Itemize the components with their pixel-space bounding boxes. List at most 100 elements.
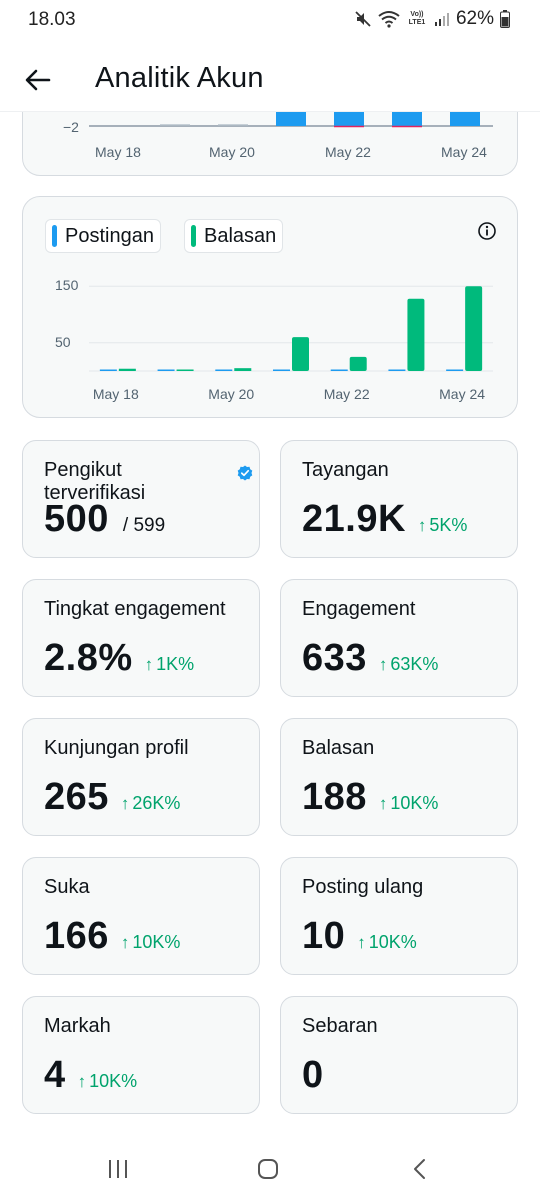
y-tick-label: 150	[55, 277, 79, 294]
stat-change-value: 10K%	[368, 932, 417, 952]
bar-postingan-may-21[interactable]	[273, 369, 290, 372]
arrow-up-icon: ↑	[77, 1072, 87, 1091]
stat-card-replies[interactable]: Balasan 188 ↑ 10K%	[280, 718, 518, 836]
stat-change: ↑ 26K%	[121, 793, 181, 814]
battery-icon	[500, 10, 510, 28]
x-tick-label: May 20	[208, 386, 255, 402]
stat-value-row: 166 ↑ 10K%	[44, 915, 180, 958]
bar-postingan-may-20[interactable]	[215, 369, 233, 372]
x-tick-label: May 18	[92, 386, 139, 402]
verified-badge-icon	[237, 465, 253, 481]
app-header: Analitik Akun	[0, 48, 540, 112]
stat-change: ↑ 10K%	[121, 932, 181, 953]
top-chart-bar	[276, 111, 306, 126]
stat-change-value: 63K%	[390, 654, 439, 674]
bar-balasan-may-22[interactable]	[349, 356, 367, 371]
stat-value-row: 2.8% ↑ 1K%	[44, 637, 194, 680]
system-nav-bar	[0, 1140, 540, 1199]
bar-postingan-may-18[interactable]	[99, 369, 117, 372]
page-title: Analitik Akun	[95, 62, 264, 94]
stat-value-row: 0	[302, 1054, 324, 1097]
stat-change-value: 10K%	[132, 932, 181, 952]
stat-label: Posting ulang	[302, 876, 424, 898]
stat-value: 265	[44, 776, 109, 818]
bar-balasan-may-24[interactable]	[465, 286, 483, 371]
stat-value-row: 265 ↑ 26K%	[44, 776, 180, 819]
stat-value: 4	[44, 1054, 66, 1096]
stat-value-row: 4 ↑ 10K%	[44, 1054, 137, 1097]
stat-value-row: 500 / 599	[44, 498, 165, 541]
stat-change: ↑ 1K%	[145, 654, 195, 675]
bar-balasan-may-23[interactable]	[407, 298, 425, 371]
stat-card-likes[interactable]: Suka 166 ↑ 10K%	[22, 857, 260, 975]
arrow-up-icon: ↑	[120, 794, 130, 813]
x-tick-label: May 24	[439, 386, 486, 402]
stat-card-shares[interactable]: Sebaran 0	[280, 996, 518, 1114]
bar-balasan-may-18[interactable]	[118, 368, 136, 371]
stat-card-engagement-rate[interactable]: Tingkat engagement 2.8% ↑ 1K%	[22, 579, 260, 697]
stat-value-row: 188 ↑ 10K%	[302, 776, 438, 819]
x-tick-label: May 22	[323, 386, 370, 402]
top-chart-bar	[450, 111, 480, 126]
arrow-up-icon: ↑	[378, 655, 388, 674]
stat-card-engagements[interactable]: Engagement 633 ↑ 63K%	[280, 579, 518, 697]
stat-change: ↑ 10K%	[357, 932, 417, 953]
chevron-left-icon	[414, 1159, 425, 1179]
stat-card-profile-visits[interactable]: Kunjungan profil 265 ↑ 26K%	[22, 718, 260, 836]
bar-postingan-may-19[interactable]	[157, 369, 175, 372]
top-x-label: May 22	[325, 144, 371, 160]
bar-postingan-may-24[interactable]	[446, 369, 464, 372]
home-button[interactable]	[248, 1154, 288, 1184]
stat-change: ↑ 5K%	[418, 515, 468, 536]
lte-indicator: Vo)) LTE1	[406, 11, 428, 27]
home-icon	[258, 1159, 278, 1179]
recent-apps-icon	[109, 1160, 127, 1178]
stat-label: Tingkat engagement	[44, 598, 226, 620]
stat-card-bookmarks[interactable]: Markah 4 ↑ 10K%	[22, 996, 260, 1114]
arrow-left-icon	[25, 69, 51, 91]
bar-postingan-may-22[interactable]	[330, 369, 348, 372]
stat-card-impressions[interactable]: Tayangan 21.9K ↑ 5K%	[280, 440, 518, 558]
signal-icon	[434, 13, 449, 26]
y-tick-label: 50	[55, 333, 71, 350]
stat-change: ↑ 10K%	[379, 793, 439, 814]
arrow-up-icon: ↑	[417, 516, 427, 535]
recent-apps-button[interactable]	[98, 1154, 138, 1184]
status-bar: 18.03 Vo)) LTE1 62%	[0, 0, 540, 40]
posts-replies-chart-card: Postingan Balasan 50 150 May 18 May 20 May 2…	[22, 196, 518, 418]
arrow-up-icon: ↑	[144, 655, 154, 674]
stat-value: 0	[302, 1054, 324, 1096]
stat-label: Balasan	[302, 737, 375, 759]
back-nav-button[interactable]	[400, 1154, 440, 1184]
bar-balasan-may-21[interactable]	[292, 337, 309, 371]
stat-label: Markah	[44, 1015, 111, 1037]
bar-balasan-may-20[interactable]	[234, 368, 252, 371]
stat-value: 166	[44, 915, 109, 957]
network-label: Vo)) LTE1	[408, 11, 426, 26]
mute-icon	[355, 11, 371, 27]
stat-card-verified-followers[interactable]: Pengikut terverifikasi 500 / 599	[22, 440, 260, 558]
stat-value: 188	[302, 776, 367, 818]
back-button[interactable]	[20, 62, 56, 98]
stat-change-value: 5K%	[429, 515, 468, 535]
status-icons: Vo)) LTE1 62%	[354, 8, 510, 30]
top-x-label: May 18	[95, 144, 141, 160]
stat-change-value: 1K%	[156, 654, 195, 674]
top-x-label: May 20	[209, 144, 255, 160]
stat-change-value: 10K%	[390, 793, 439, 813]
stat-label: Sebaran	[302, 1015, 378, 1037]
top-x-label: May 24	[441, 144, 487, 160]
stat-change: ↑ 63K%	[379, 654, 439, 675]
stat-value: 2.8%	[44, 637, 133, 679]
bar-postingan-may-23[interactable]	[388, 369, 406, 372]
stat-label: Engagement	[302, 598, 416, 620]
stat-value-row: 10 ↑ 10K%	[302, 915, 417, 958]
stat-card-reposts[interactable]: Posting ulang 10 ↑ 10K%	[280, 857, 518, 975]
bar-balasan-may-19[interactable]	[176, 369, 194, 372]
stat-label: Kunjungan profil	[44, 737, 189, 759]
stat-value-row: 633 ↑ 63K%	[302, 637, 438, 680]
stat-value: 21.9K	[302, 498, 406, 540]
stat-value: 500	[44, 498, 109, 540]
stat-value: 10	[302, 915, 346, 957]
stat-value: 633	[302, 637, 367, 679]
